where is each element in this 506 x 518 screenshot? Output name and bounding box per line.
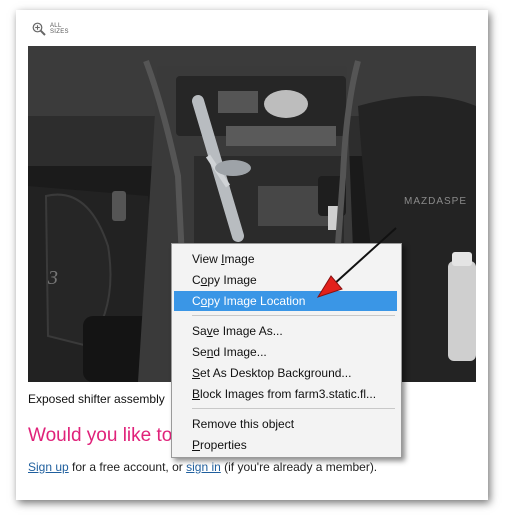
menu-separator [192, 315, 395, 316]
floor-mat-text: 3 [47, 267, 58, 289]
all-sizes-control[interactable]: ALL SIZES [32, 22, 72, 36]
menu-item-save-image-as[interactable]: Save Image As... [174, 321, 397, 341]
menu-item-remove-this-object[interactable]: Remove this object [174, 414, 397, 434]
all-sizes-label: ALL SIZES [50, 23, 69, 35]
magnifier-plus-icon [32, 22, 46, 36]
menu-item-view-image[interactable]: View Image [174, 249, 397, 269]
menu-item-properties[interactable]: Properties [174, 435, 397, 455]
floor-mat-brand-text: MAZDASPE [404, 196, 467, 207]
menu-item-block-images[interactable]: Block Images from farm3.static.fl... [174, 384, 397, 404]
signup-line: Sign up for a free account, or sign in (… [28, 460, 377, 474]
menu-item-send-image[interactable]: Send Image... [174, 342, 397, 362]
photo-caption: Exposed shifter assembly [28, 392, 165, 406]
menu-item-set-as-desktop-background[interactable]: Set As Desktop Background... [174, 363, 397, 383]
image-context-menu: View Image Copy Image Copy Image Locatio… [171, 243, 402, 458]
sign-in-link[interactable]: sign in [186, 460, 221, 474]
menu-item-copy-image-location[interactable]: Copy Image Location [174, 291, 397, 311]
menu-item-copy-image[interactable]: Copy Image [174, 270, 397, 290]
signup-end-text: (if you're already a member). [220, 460, 378, 474]
signup-heading: Would you like to [28, 425, 173, 446]
sign-up-link[interactable]: Sign up [28, 460, 69, 474]
menu-separator [192, 408, 395, 409]
signup-middle-text: for a free account, or [68, 460, 187, 474]
